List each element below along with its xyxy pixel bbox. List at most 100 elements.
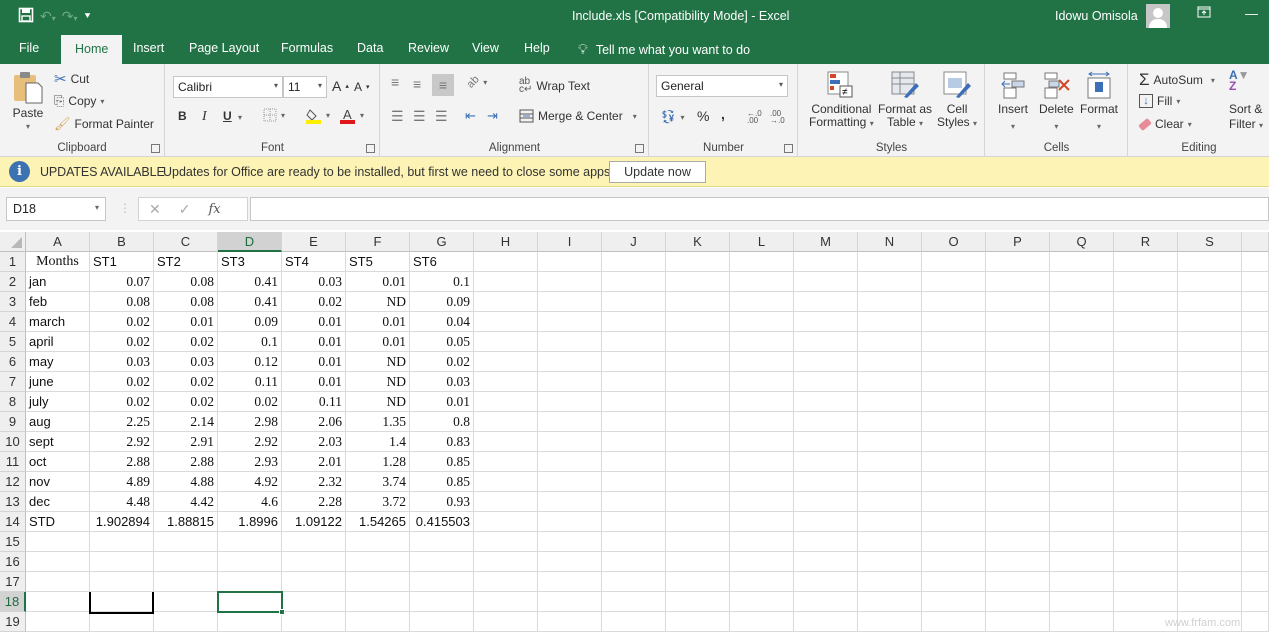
cell[interactable] xyxy=(602,452,666,472)
cell[interactable] xyxy=(1178,452,1242,472)
data-cell[interactable]: 0.41 xyxy=(218,292,282,312)
cell[interactable] xyxy=(986,452,1050,472)
data-cell[interactable]: 0.01 xyxy=(282,352,346,372)
cell[interactable] xyxy=(858,272,922,292)
row-header-13[interactable]: 13 xyxy=(0,492,26,512)
data-cell[interactable]: 0.93 xyxy=(410,492,474,512)
cell[interactable] xyxy=(346,552,410,572)
data-cell[interactable]: 4.88 xyxy=(154,472,218,492)
data-cell[interactable]: 2.25 xyxy=(90,412,154,432)
fill-color-button[interactable]: ▾ xyxy=(306,107,330,124)
cell[interactable] xyxy=(1050,552,1114,572)
cell[interactable] xyxy=(538,372,602,392)
data-cell[interactable]: 0.08 xyxy=(90,292,154,312)
row-label-cell[interactable]: sept xyxy=(26,432,90,452)
cell[interactable] xyxy=(986,372,1050,392)
cell[interactable] xyxy=(922,512,986,532)
cell[interactable] xyxy=(602,532,666,552)
cell[interactable] xyxy=(794,292,858,312)
column-header-f[interactable]: F xyxy=(346,232,410,252)
cell[interactable] xyxy=(666,532,730,552)
cell[interactable] xyxy=(1050,512,1114,532)
cell[interactable] xyxy=(986,292,1050,312)
center-button[interactable]: ☰ xyxy=(413,108,426,125)
cell[interactable] xyxy=(666,452,730,472)
cell[interactable] xyxy=(1178,512,1242,532)
cell[interactable] xyxy=(474,252,538,272)
cell[interactable] xyxy=(1114,352,1178,372)
cell[interactable] xyxy=(986,312,1050,332)
cell[interactable] xyxy=(1178,292,1242,312)
cell[interactable] xyxy=(602,492,666,512)
borders-button[interactable]: ▾ xyxy=(263,108,285,122)
data-cell[interactable]: 0.07 xyxy=(90,272,154,292)
data-cell[interactable]: 0.01 xyxy=(154,312,218,332)
row-label-cell[interactable]: STD xyxy=(26,512,90,532)
cell[interactable] xyxy=(1242,472,1269,492)
cell[interactable] xyxy=(794,412,858,432)
cell[interactable] xyxy=(538,312,602,332)
std-value-cell[interactable]: 1.8996 xyxy=(218,512,282,532)
column-header-c[interactable]: C xyxy=(154,232,218,252)
column-header-a[interactable]: A xyxy=(26,232,90,252)
data-cell[interactable]: 2.14 xyxy=(154,412,218,432)
cell[interactable] xyxy=(474,332,538,352)
cell[interactable] xyxy=(474,272,538,292)
row-label-cell[interactable]: aug xyxy=(26,412,90,432)
cell[interactable] xyxy=(218,532,282,552)
cell[interactable] xyxy=(794,432,858,452)
cell[interactable] xyxy=(730,472,794,492)
cell[interactable] xyxy=(858,352,922,372)
cell[interactable] xyxy=(666,412,730,432)
cell[interactable] xyxy=(986,532,1050,552)
cell[interactable] xyxy=(602,432,666,452)
cell[interactable] xyxy=(794,252,858,272)
cell[interactable] xyxy=(666,572,730,592)
cell[interactable] xyxy=(154,572,218,592)
merge-center-button[interactable]: Merge & Center ▾ xyxy=(519,109,637,123)
row-header-6[interactable]: 6 xyxy=(0,352,26,372)
column-header-q[interactable]: Q xyxy=(1050,232,1114,252)
row-header-14[interactable]: 14 xyxy=(0,512,26,532)
tab-insert[interactable]: Insert xyxy=(133,41,164,55)
column-header-n[interactable]: N xyxy=(858,232,922,252)
font-name-select[interactable]: Calibri ▾ xyxy=(173,76,283,98)
cell[interactable] xyxy=(218,572,282,592)
cell[interactable] xyxy=(1050,332,1114,352)
align-left-button[interactable]: ☰ xyxy=(391,108,404,125)
row-label-cell[interactable]: oct xyxy=(26,452,90,472)
cell[interactable] xyxy=(922,372,986,392)
cell[interactable] xyxy=(730,352,794,372)
cell[interactable] xyxy=(26,532,90,552)
cut-button[interactable]: ✂ Cut xyxy=(54,70,89,88)
data-cell[interactable]: 2.88 xyxy=(154,452,218,472)
cell[interactable] xyxy=(474,552,538,572)
cell[interactable] xyxy=(1178,392,1242,412)
cell[interactable] xyxy=(1050,412,1114,432)
data-cell[interactable]: 0.83 xyxy=(410,432,474,452)
name-box[interactable]: D18 ▾ xyxy=(6,197,106,221)
column-header-p[interactable]: P xyxy=(986,232,1050,252)
cell[interactable] xyxy=(1242,292,1269,312)
cell[interactable] xyxy=(1050,372,1114,392)
data-cell[interactable]: 0.01 xyxy=(410,392,474,412)
cell[interactable] xyxy=(1242,252,1269,272)
autosum-button[interactable]: Σ AutoSum ▾ xyxy=(1139,70,1215,90)
tell-me-search[interactable]: 💡︎ Tell me what you want to do xyxy=(578,41,750,58)
data-cell[interactable]: 0.02 xyxy=(154,332,218,352)
cell[interactable] xyxy=(858,392,922,412)
row-header-10[interactable]: 10 xyxy=(0,432,26,452)
format-cells-button[interactable]: Format ▾ xyxy=(1080,70,1118,134)
cell[interactable] xyxy=(858,292,922,312)
cell[interactable] xyxy=(602,612,666,632)
cell[interactable] xyxy=(730,332,794,352)
std-value-cell[interactable]: 1.54265 xyxy=(346,512,410,532)
cell[interactable] xyxy=(858,512,922,532)
cell[interactable] xyxy=(1242,392,1269,412)
row-header-16[interactable]: 16 xyxy=(0,552,26,572)
data-cell[interactable]: 0.02 xyxy=(154,392,218,412)
cell[interactable] xyxy=(1114,292,1178,312)
tab-review[interactable]: Review xyxy=(408,41,449,55)
data-cell[interactable]: 2.88 xyxy=(90,452,154,472)
cell[interactable] xyxy=(730,272,794,292)
